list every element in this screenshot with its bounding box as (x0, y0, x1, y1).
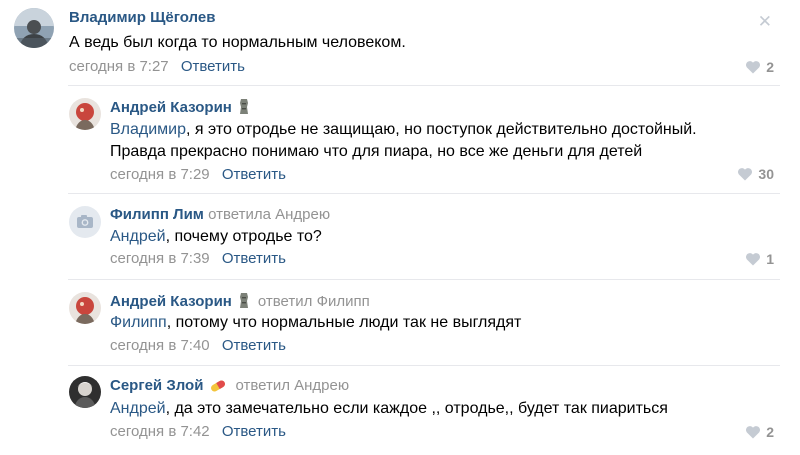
comment-time[interactable]: сегодня в 7:29 (110, 166, 210, 183)
reply-button[interactable]: Ответить (181, 58, 245, 75)
comment-text: Андрей, да это замечательно если каждое … (110, 400, 668, 417)
avatar[interactable] (69, 292, 101, 324)
heart-icon (746, 61, 761, 74)
comment-time[interactable]: сегодня в 7:42 (110, 423, 210, 440)
comment-time[interactable]: сегодня в 7:40 (110, 337, 210, 354)
comment-meta: сегодня в 7:27 Ответить (69, 58, 245, 75)
comment-time[interactable]: сегодня в 7:39 (110, 250, 210, 267)
comment-text: Владимир, я это отродье не защищаю, но п… (110, 121, 697, 160)
comment-author[interactable]: Владимир Щёголев (69, 9, 215, 26)
avatar[interactable] (69, 206, 101, 238)
comment-author[interactable]: Филипп Лим ответила Андрею (110, 206, 330, 223)
mention-link[interactable]: Владимир (110, 121, 186, 138)
mention-link[interactable]: Андрей (110, 228, 166, 245)
heart-icon (746, 426, 761, 439)
comment-author[interactable]: Андрей Казорин ответил Филипп (110, 292, 370, 313)
pill-icon (209, 379, 227, 397)
heart-icon (746, 253, 761, 266)
mention-link[interactable]: Андрей (110, 400, 166, 417)
like-button[interactable]: 30 (737, 166, 774, 182)
reply-to-label[interactable]: ответил Андрею (235, 377, 349, 394)
moai-icon (238, 98, 250, 119)
close-icon[interactable]: ✕ (758, 12, 772, 32)
comment-meta: сегодня в 7:42 Ответить (110, 423, 286, 440)
mention-link[interactable]: Филипп (110, 314, 167, 331)
comment-text: А ведь был когда то нормальным человеком… (69, 34, 406, 51)
comment-author[interactable]: Андрей Казорин (110, 98, 258, 119)
comment-time[interactable]: сегодня в 7:27 (69, 58, 169, 75)
moai-icon (238, 292, 250, 313)
reply-to-label[interactable]: ответила Андрею (208, 206, 330, 223)
like-count: 1 (766, 251, 774, 267)
comment-author[interactable]: Сергей Злой ответил Андрею (110, 377, 349, 397)
avatar[interactable] (69, 376, 101, 408)
like-button[interactable]: 1 (745, 251, 774, 267)
avatar[interactable] (69, 98, 101, 130)
comment-meta: сегодня в 7:40 Ответить (110, 337, 286, 354)
like-count: 2 (766, 59, 774, 75)
like-count: 30 (758, 166, 774, 182)
like-button[interactable]: 2 (745, 59, 774, 75)
like-button[interactable]: 2 (745, 424, 774, 440)
comment-meta: сегодня в 7:29 Ответить (110, 166, 286, 183)
reply-button[interactable]: Ответить (222, 250, 286, 267)
comment-meta: сегодня в 7:39 Ответить (110, 250, 286, 267)
comment-text: Андрей, почему отродье то? (110, 228, 322, 245)
avatar[interactable] (14, 8, 54, 48)
heart-icon (738, 168, 753, 181)
reply-button[interactable]: Ответить (222, 337, 286, 354)
like-count: 2 (766, 424, 774, 440)
reply-button[interactable]: Ответить (222, 166, 286, 183)
reply-button[interactable]: Ответить (222, 423, 286, 440)
comment-text: Филипп, потому что нормальные люди так н… (110, 314, 522, 331)
reply-to-label[interactable]: ответил Филипп (258, 293, 370, 310)
